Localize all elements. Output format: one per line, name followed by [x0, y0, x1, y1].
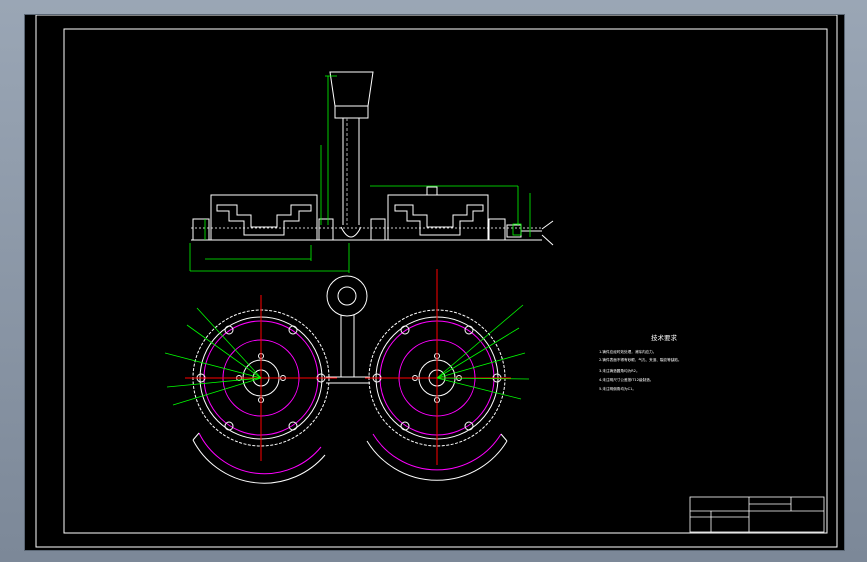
title-block: [689, 496, 825, 533]
tech-note-2: 2.铸件表面不得有砂眼、气孔、夹渣、裂纹等缺陷。: [599, 357, 682, 362]
plan-leaders: [164, 304, 530, 406]
tech-note-5: 5.未注明倒角均为C1。: [599, 386, 636, 391]
tech-title: 技术要求: [651, 333, 678, 342]
section-view: [191, 71, 554, 246]
cad-viewport[interactable]: 技术要求 1.铸件应经时效处理，消除内应力。 2.铸件表面不得有砂眼、气孔、夹渣…: [24, 14, 845, 551]
left-disc: [185, 295, 337, 484]
tech-requirements: 技术要求 1.铸件应经时效处理，消除内应力。 2.铸件表面不得有砂眼、气孔、夹渣…: [599, 333, 682, 391]
inner-frame: [63, 28, 828, 534]
plan-runner: [326, 275, 370, 384]
tech-note-1: 1.铸件应经时效处理，消除内应力。: [599, 349, 656, 354]
right-disc: [365, 269, 511, 481]
drawing-canvas[interactable]: 技术要求 1.铸件应经时效处理，消除内应力。 2.铸件表面不得有砂眼、气孔、夹渣…: [25, 15, 844, 550]
tech-note-3: 3.未注铸造圆角均为R2。: [599, 368, 640, 373]
tech-note-4: 4.未注明尺寸公差按IT12级制造。: [599, 377, 653, 382]
